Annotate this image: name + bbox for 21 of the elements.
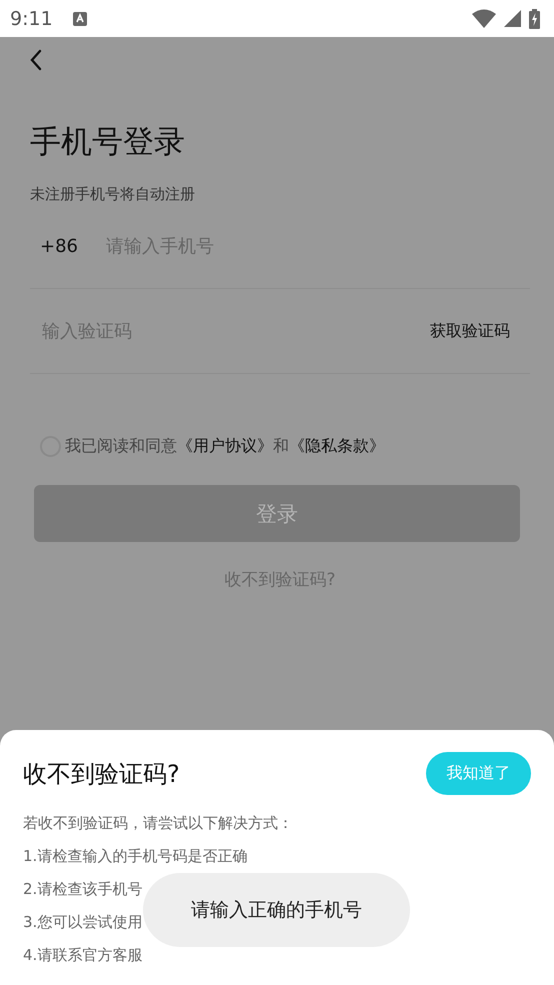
- status-time: 9:11: [10, 8, 53, 30]
- sheet-title: 收不到验证码?: [23, 758, 180, 790]
- tip-text: 1.请检查输入的手机号码是否正确: [23, 846, 248, 867]
- agreement-text: 和: [273, 436, 289, 457]
- signal-icon: [504, 10, 521, 27]
- tip-text: 4.请联系官方客服: [23, 945, 142, 966]
- battery-icon: [529, 8, 540, 28]
- get-code-link[interactable]: 获取验证码: [430, 320, 510, 342]
- privacy-link[interactable]: 《隐私条款》: [289, 436, 385, 457]
- keyboard-icon: [72, 12, 87, 26]
- tip-text: 3.您可以尝试使用: [23, 912, 142, 933]
- wifi-icon: [472, 9, 496, 28]
- user-agreement-link[interactable]: 《用户协议》: [177, 436, 273, 457]
- page-title: 手机号登录: [30, 123, 186, 162]
- tip-text: 2.请检查该手机号: [23, 879, 142, 900]
- page-subtitle: 未注册手机号将自动注册: [30, 185, 196, 204]
- agreement-text: 我已阅读和同意: [65, 436, 177, 457]
- country-code[interactable]: +86: [40, 236, 78, 256]
- sheet-intro: 若收不到验证码，请尝试以下解决方式：: [23, 813, 293, 834]
- toast-message: 请输入正确的手机号: [143, 873, 410, 947]
- back-icon[interactable]: [30, 49, 42, 71]
